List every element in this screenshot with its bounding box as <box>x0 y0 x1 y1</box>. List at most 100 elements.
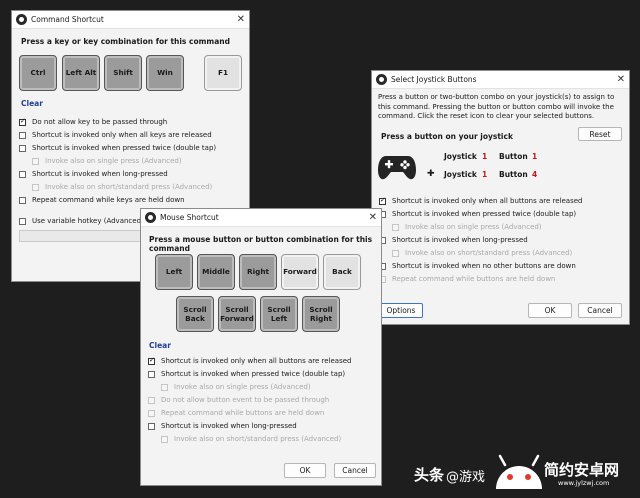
app-icon <box>16 14 27 25</box>
option-label: Invoke also on single press (Advanced) <box>405 223 542 231</box>
key-prompt: Press a key or key combination for this … <box>21 37 231 46</box>
option-label: Shortcut is invoked only when all keys a… <box>32 131 212 139</box>
option-no-passthrough[interactable]: Do not allow button event to be passed t… <box>148 396 329 404</box>
option-single-press[interactable]: Invoke also on single press (Advanced) <box>32 157 182 165</box>
checkbox[interactable] <box>19 196 26 204</box>
app-icon <box>376 74 387 85</box>
option-double-tap[interactable]: Shortcut is invoked when pressed twice (… <box>148 370 345 378</box>
window-title: Select Joystick Buttons <box>391 75 477 84</box>
gamepad-icon <box>378 156 416 180</box>
key-win: Win <box>146 55 184 91</box>
cancel-button[interactable]: Cancel <box>334 463 376 478</box>
button-number-2: 4 <box>532 170 538 179</box>
mouse-button-forward: Forward <box>281 254 319 290</box>
mouse-button-scroll-back: Scroll Back <box>176 296 214 332</box>
option-label: Shortcut is invoked when pressed twice (… <box>392 210 577 218</box>
close-icon[interactable]: ✕ <box>237 14 245 25</box>
checkbox[interactable] <box>148 396 155 404</box>
option-label: Invoke also on single press (Advanced) <box>45 157 182 165</box>
option-double-tap[interactable]: Shortcut is invoked when pressed twice (… <box>379 210 576 218</box>
option-double-tap[interactable]: Shortcut is invoked when pressed twice (… <box>19 144 216 152</box>
option-single-press[interactable]: Invoke also on single press (Advanced) <box>161 383 311 391</box>
close-icon[interactable]: ✕ <box>617 74 625 85</box>
joystick-label-1: Joystick <box>444 152 477 161</box>
android-logo-icon <box>496 454 542 489</box>
mouse-shortcut-titlebar: Mouse Shortcut ✕ <box>141 209 381 227</box>
watermark-url: www.jylzwj.com <box>558 479 610 487</box>
option-on-release[interactable]: Shortcut is invoked only when all keys a… <box>19 131 212 139</box>
key-f1: F1 <box>204 55 242 91</box>
command-shortcut-titlebar: Command Shortcut ✕ <box>12 11 249 29</box>
option-long-press[interactable]: Shortcut is invoked when long-pressed <box>148 422 297 430</box>
option-variable-hotkey[interactable]: Use variable hotkey (Advanced) <box>19 217 144 225</box>
joystick-description: Press a button or two-button combo on yo… <box>378 93 615 121</box>
checkbox[interactable] <box>19 131 26 139</box>
option-label: Shortcut is invoked when long-pressed <box>32 170 168 178</box>
option-no-other-buttons[interactable]: Shortcut is invoked when no other button… <box>379 262 576 270</box>
checkbox[interactable] <box>148 422 155 430</box>
option-label: Shortcut is invoked when long-pressed <box>161 422 297 430</box>
mouse-button-right: Right <box>239 254 277 290</box>
checkbox[interactable] <box>19 170 26 178</box>
joystick-number-2: 1 <box>482 170 488 179</box>
joystick-window: Select Joystick Buttons ✕ Press a button… <box>371 70 630 325</box>
option-label: Use variable hotkey (Advanced) <box>32 217 144 225</box>
ok-button[interactable]: OK <box>284 463 326 478</box>
option-short-press[interactable]: Invoke also on short/standard press (Adv… <box>392 249 572 257</box>
reset-button[interactable]: Reset <box>578 127 622 141</box>
options-button[interactable]: Options <box>379 303 423 318</box>
option-no-passthrough[interactable]: Do not allow key to be passed through <box>19 117 168 126</box>
watermark-prefix: 头条 <box>414 466 445 484</box>
checkbox[interactable] <box>19 144 26 152</box>
option-on-release[interactable]: Shortcut is invoked only when all button… <box>148 356 352 365</box>
option-on-release[interactable]: Shortcut is invoked only when all button… <box>379 196 582 205</box>
joystick-prompt: Press a button on your joystick <box>381 132 513 141</box>
ok-button[interactable]: OK <box>528 303 572 318</box>
checkbox[interactable] <box>161 383 168 391</box>
checkbox[interactable] <box>392 249 399 257</box>
option-label: Shortcut is invoked only when all button… <box>161 357 352 365</box>
option-single-press[interactable]: Invoke also on single press (Advanced) <box>392 223 542 231</box>
option-short-press[interactable]: Invoke also on short/standard press (Adv… <box>161 435 341 443</box>
mouse-button-left: Left <box>155 254 193 290</box>
option-label: Shortcut is invoked when long-pressed <box>392 236 528 244</box>
clear-link[interactable]: Clear <box>149 341 171 350</box>
joystick-label-2: Joystick <box>444 170 477 179</box>
checkbox[interactable] <box>148 356 155 365</box>
clear-link[interactable]: Clear <box>21 99 43 108</box>
option-long-press[interactable]: Shortcut is invoked when long-pressed <box>19 170 168 178</box>
option-label: Repeat command while buttons are held do… <box>161 409 325 417</box>
mouse-button-scroll-right: Scroll Right <box>302 296 340 332</box>
option-label: Do not allow key to be passed through <box>32 118 168 126</box>
mouse-button-scroll-forward: Scroll Forward <box>218 296 256 332</box>
close-icon[interactable]: ✕ <box>369 212 377 223</box>
checkbox[interactable] <box>19 117 26 126</box>
checkbox[interactable] <box>19 217 26 225</box>
button-label-2: Button <box>499 170 528 179</box>
checkbox[interactable] <box>32 183 39 191</box>
option-label: Shortcut is invoked when no other button… <box>392 262 576 270</box>
cancel-button[interactable]: Cancel <box>578 303 622 318</box>
checkbox[interactable] <box>148 370 155 378</box>
option-repeat[interactable]: Repeat command while buttons are held do… <box>148 409 324 417</box>
checkbox[interactable] <box>161 435 168 443</box>
key-left-alt: Left Alt <box>62 55 100 91</box>
app-icon <box>145 212 156 223</box>
mouse-button-scroll-left: Scroll Left <box>260 296 298 332</box>
option-short-press[interactable]: Invoke also on short/standard press (Adv… <box>32 183 212 191</box>
joystick-titlebar: Select Joystick Buttons ✕ <box>372 71 629 89</box>
key-ctrl: Ctrl <box>19 55 57 91</box>
option-long-press[interactable]: Shortcut is invoked when long-pressed <box>379 236 528 244</box>
checkbox[interactable] <box>379 196 386 205</box>
option-label: Invoke also on short/standard press (Adv… <box>45 183 213 191</box>
checkbox[interactable] <box>148 409 155 417</box>
option-label: Invoke also on short/standard press (Adv… <box>174 435 342 443</box>
checkbox[interactable] <box>32 157 39 165</box>
watermark-handle: @游戏 <box>446 470 486 485</box>
mouse-prompt: Press a mouse button or button combinati… <box>149 235 373 253</box>
option-repeat[interactable]: Repeat command while keys are held down <box>19 196 185 204</box>
window-title: Command Shortcut <box>31 15 104 24</box>
checkbox[interactable] <box>392 223 399 231</box>
option-repeat[interactable]: Repeat command while buttons are held do… <box>379 275 555 283</box>
joystick-number-1: 1 <box>482 152 488 161</box>
